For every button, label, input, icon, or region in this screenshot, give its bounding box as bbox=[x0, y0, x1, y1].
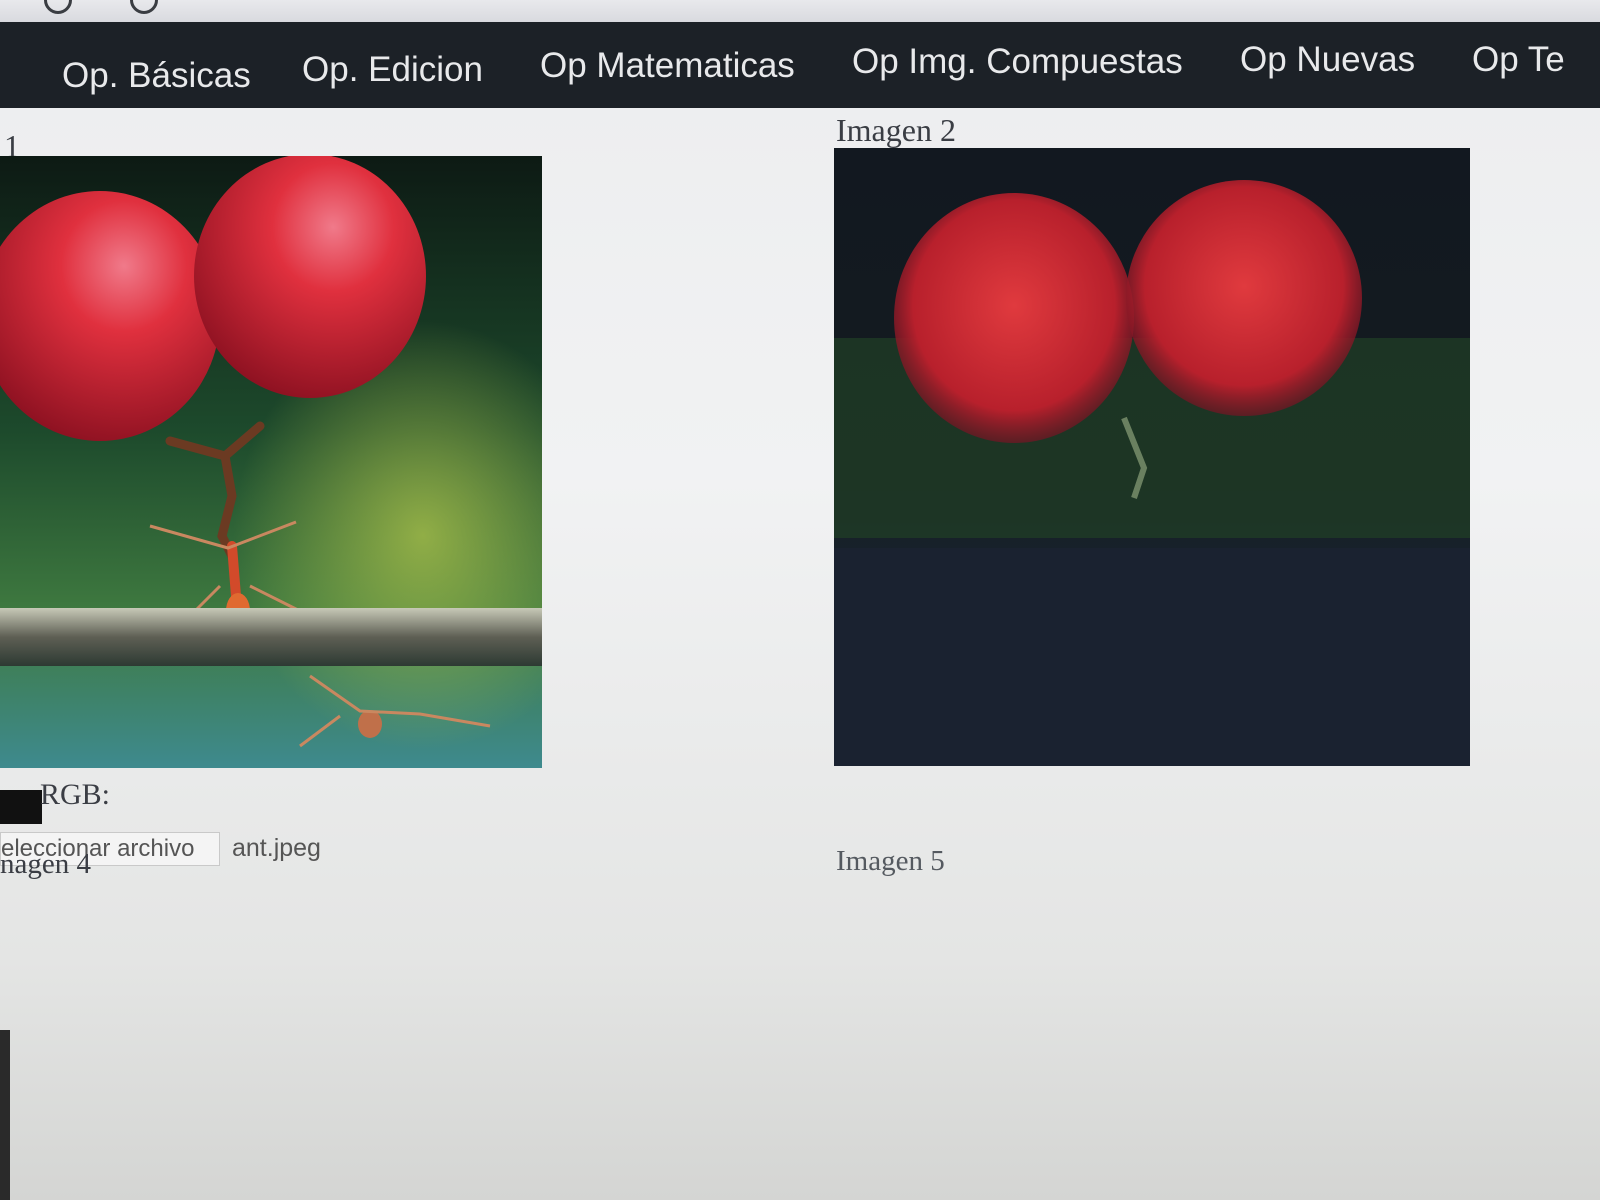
image2-label: Imagen 2 bbox=[836, 112, 956, 148]
navbar: Op. Básicas Op. Edicion Op Matematicas O… bbox=[0, 22, 1600, 108]
screen-edge bbox=[0, 1030, 10, 1200]
nav-item-op-nuevas[interactable]: Op Nuevas bbox=[1240, 40, 1415, 80]
browser-back-icon[interactable] bbox=[44, 0, 72, 14]
image4-label: nagen 4 bbox=[0, 848, 91, 880]
selected-file-name: ant.jpeg bbox=[232, 834, 321, 862]
image5-label: Imagen 5 bbox=[836, 845, 945, 877]
image1-graphic bbox=[0, 156, 542, 768]
image2-processed bbox=[834, 148, 1470, 766]
nav-item-op-basicas[interactable]: Op. Básicas bbox=[62, 56, 251, 96]
nav-item-op-te[interactable]: Op Te bbox=[1472, 40, 1565, 80]
browser-chrome bbox=[0, 0, 1600, 22]
browser-reload-icon[interactable] bbox=[130, 0, 158, 14]
nav-item-op-edicion[interactable]: Op. Edicion bbox=[302, 50, 483, 90]
nav-item-op-matematicas[interactable]: Op Matematicas bbox=[540, 46, 795, 86]
rgb-color-swatch bbox=[0, 790, 42, 824]
rgb-label: RGB: bbox=[40, 778, 111, 811]
nav-item-op-img-compuestas[interactable]: Op Img. Compuestas bbox=[852, 42, 1183, 82]
image1-ant-grapes bbox=[0, 156, 542, 768]
image2-graphic bbox=[834, 148, 1470, 766]
